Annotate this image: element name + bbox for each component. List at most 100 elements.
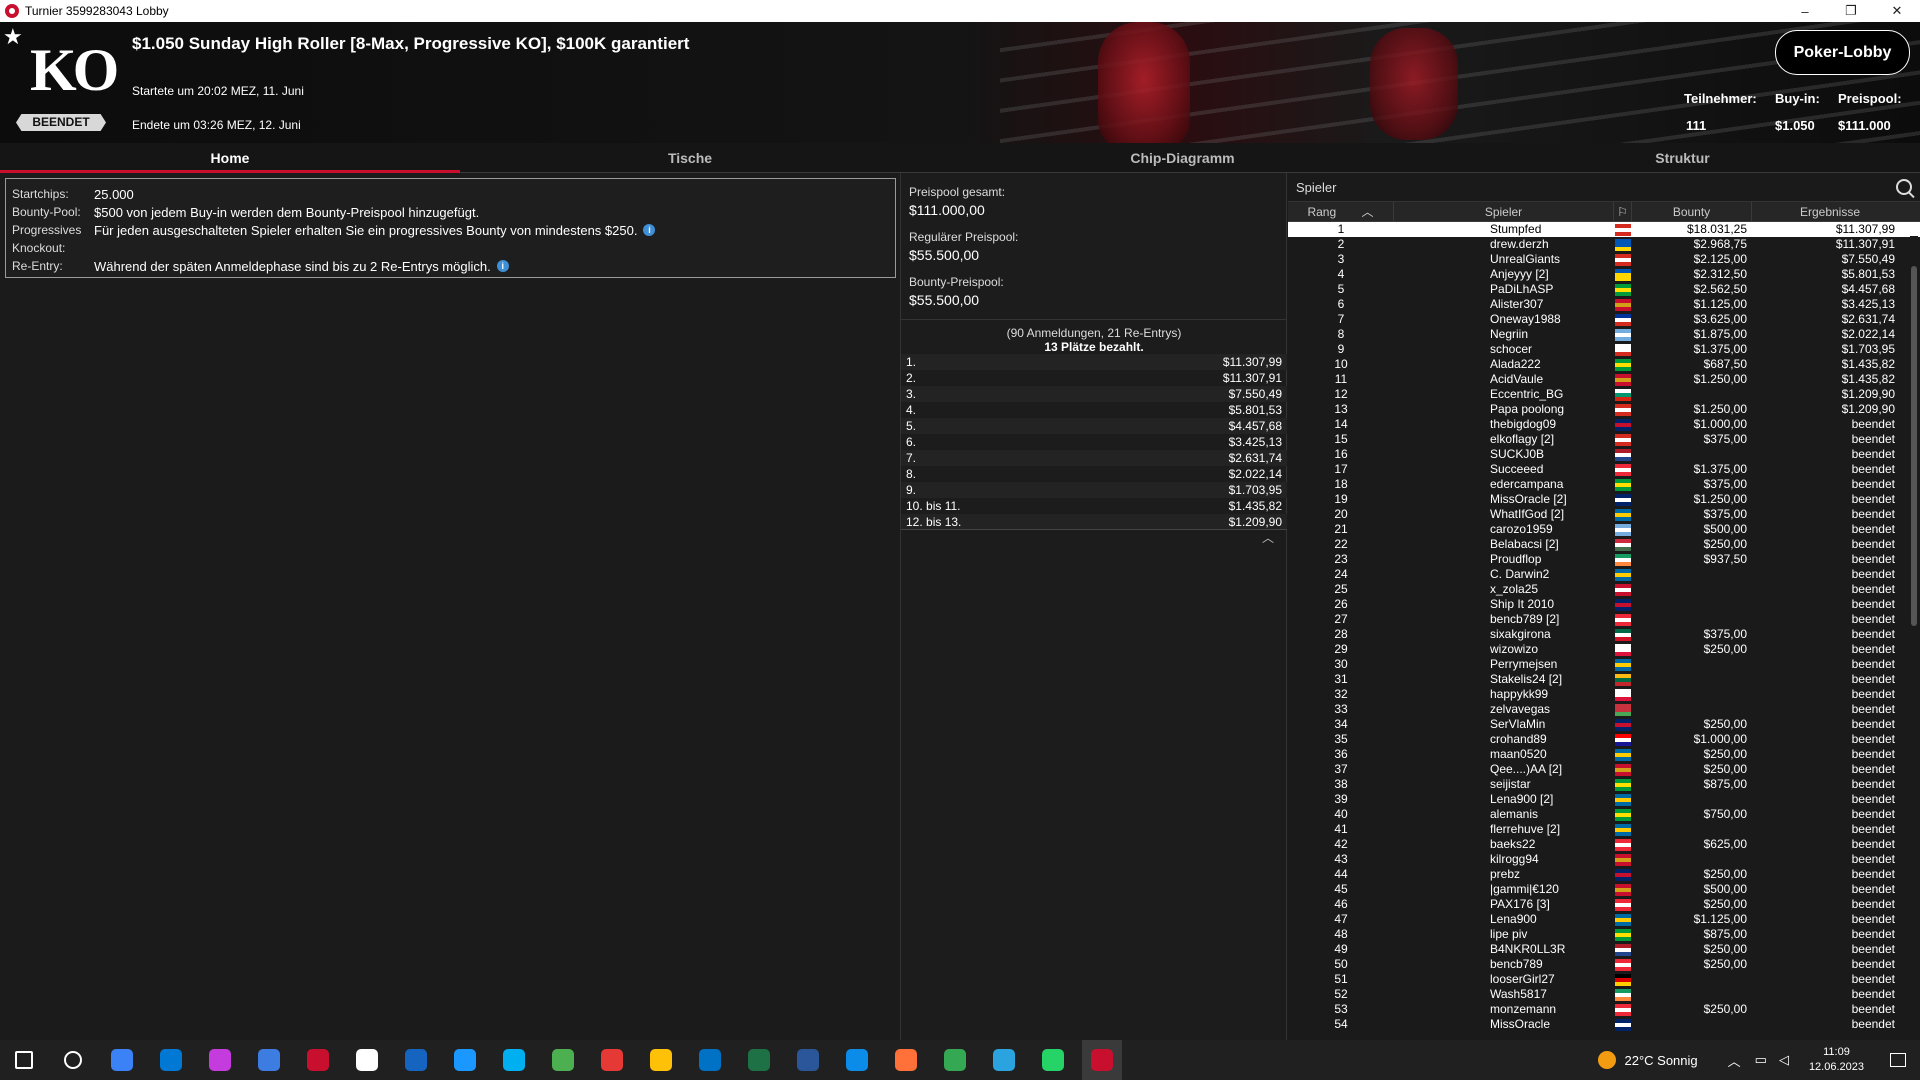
player-row[interactable]: 5 PaDiLhASP $2.562,50 $4.457,68 xyxy=(1288,282,1920,297)
player-row[interactable]: 21 carozo1959 $500,00 beendet xyxy=(1288,522,1920,537)
player-row[interactable]: 30 Perrymejsen beendet xyxy=(1288,657,1920,672)
player-row[interactable]: 31 Stakelis24 [2] beendet xyxy=(1288,672,1920,687)
word-icon[interactable] xyxy=(788,1040,828,1080)
player-row[interactable]: 54 MissOracle beendet xyxy=(1288,1017,1920,1032)
favorite-star-icon[interactable]: ★ xyxy=(3,24,23,50)
col-bounty[interactable]: Bounty xyxy=(1632,201,1752,222)
search-icon[interactable] xyxy=(1896,179,1912,195)
player-row[interactable]: 2 drew.derzh $2.968,75 $11.307,91 xyxy=(1288,237,1920,252)
vpn-icon[interactable] xyxy=(249,1040,289,1080)
player-row[interactable]: 50 bencb789 $250,00 beendet xyxy=(1288,957,1920,972)
player-row[interactable]: 38 seijistar $875,00 beendet xyxy=(1288,777,1920,792)
player-row[interactable]: 46 PAX176 [3] $250,00 beendet xyxy=(1288,897,1920,912)
prime-video-icon[interactable] xyxy=(445,1040,485,1080)
player-row[interactable]: 49 B4NKR0LL3R $250,00 beendet xyxy=(1288,942,1920,957)
player-row[interactable]: 15 elkoflagy [2] $375,00 beendet xyxy=(1288,432,1920,447)
music-icon[interactable] xyxy=(200,1040,240,1080)
player-row[interactable]: 10 Alada222 $687,50 $1.435,82 xyxy=(1288,357,1920,372)
mcafee-icon[interactable] xyxy=(298,1040,338,1080)
player-row[interactable]: 8 Negriin $1.875,00 $2.022,14 xyxy=(1288,327,1920,342)
edge-icon[interactable] xyxy=(837,1040,877,1080)
player-row[interactable]: 25 x_zola25 beendet xyxy=(1288,582,1920,597)
player-row[interactable]: 42 baeks22 $625,00 beendet xyxy=(1288,837,1920,852)
col-player[interactable]: Spieler xyxy=(1394,201,1614,222)
gog-galaxy-icon[interactable] xyxy=(347,1040,387,1080)
player-row[interactable]: 11 AcidVaule $1.250,00 $1.435,82 xyxy=(1288,372,1920,387)
player-row[interactable]: 19 MissOracle [2] $1.250,00 beendet xyxy=(1288,492,1920,507)
player-row[interactable]: 43 kilrogg94 beendet xyxy=(1288,852,1920,867)
player-row[interactable]: 27 bencb789 [2] beendet xyxy=(1288,612,1920,627)
tab-home[interactable]: Home xyxy=(0,143,460,173)
player-row[interactable]: 22 Belabacsi [2] $250,00 beendet xyxy=(1288,537,1920,552)
col-result[interactable]: Ergebnisse xyxy=(1752,202,1908,222)
telegram-icon[interactable] xyxy=(984,1040,1024,1080)
player-row[interactable]: 12 Eccentric_BG $1.209,90 xyxy=(1288,387,1920,402)
search-icon[interactable] xyxy=(53,1040,93,1080)
player-row[interactable]: 52 Wash5817 beendet xyxy=(1288,987,1920,1002)
player-row[interactable]: 35 crohand89 $1.000,00 beendet xyxy=(1288,732,1920,747)
player-row[interactable]: 37 Qee....)AA [2] $250,00 beendet xyxy=(1288,762,1920,777)
whatsapp-icon[interactable] xyxy=(1033,1040,1073,1080)
player-row[interactable]: 47 Lena900 $1.125,00 beendet xyxy=(1288,912,1920,927)
player-row[interactable]: 20 WhatIfGod [2] $375,00 beendet xyxy=(1288,507,1920,522)
poker-lobby-button[interactable]: Poker-Lobby xyxy=(1775,30,1910,75)
player-row[interactable]: 53 monzemann $250,00 beendet xyxy=(1288,1002,1920,1017)
player-row[interactable]: 24 C. Darwin2 beendet xyxy=(1288,567,1920,582)
skype-icon[interactable] xyxy=(494,1040,534,1080)
player-row[interactable]: 14 thebigdog09 $1.000,00 beendet xyxy=(1288,417,1920,432)
player-row[interactable]: 13 Papa poolong $1.250,00 $1.209,90 xyxy=(1288,402,1920,417)
tab-structure[interactable]: Struktur xyxy=(1445,143,1920,173)
player-row[interactable]: 26 Ship It 2010 beendet xyxy=(1288,597,1920,612)
chrome-icon[interactable] xyxy=(543,1040,583,1080)
player-row[interactable]: 45 |gammi|€120 $500,00 beendet xyxy=(1288,882,1920,897)
player-row[interactable]: 40 alemanis $750,00 beendet xyxy=(1288,807,1920,822)
player-row[interactable]: 9 schocer $1.375,00 $1.703,95 xyxy=(1288,342,1920,357)
player-row[interactable]: 17 Succeeed $1.375,00 beendet xyxy=(1288,462,1920,477)
sky-go-icon[interactable] xyxy=(396,1040,436,1080)
player-row[interactable]: 3 UnrealGiants $2.125,00 $7.550,49 xyxy=(1288,252,1920,267)
onedrive-icon[interactable] xyxy=(151,1040,191,1080)
excel-icon[interactable] xyxy=(739,1040,779,1080)
player-row[interactable]: 34 SerVlaMin $250,00 beendet xyxy=(1288,717,1920,732)
volume-icon[interactable]: ◁ xyxy=(1779,1052,1789,1068)
player-row[interactable]: 41 flerrehuve [2] beendet xyxy=(1288,822,1920,837)
tab-chip-chart[interactable]: Chip-Diagramm xyxy=(920,143,1445,173)
collapse-chevron-icon[interactable]: ︿ xyxy=(1262,529,1274,546)
players-scrollbar[interactable] xyxy=(1910,236,1918,1026)
player-row[interactable]: 48 lipe piv $875,00 beendet xyxy=(1288,927,1920,942)
tray-chevron-icon[interactable]: ︿ xyxy=(1728,1051,1741,1070)
close-button[interactable]: ✕ xyxy=(1874,0,1920,22)
restore-button[interactable]: ❐ xyxy=(1828,0,1874,22)
player-search[interactable]: Spieler xyxy=(1288,173,1920,202)
windows-start-icon[interactable] xyxy=(4,1040,44,1080)
player-row[interactable]: 6 Alister307 $1.125,00 $3.425,13 xyxy=(1288,297,1920,312)
tab-tables[interactable]: Tische xyxy=(460,143,920,173)
player-row[interactable]: 33 zelvavegas beendet xyxy=(1288,702,1920,717)
player-row[interactable]: 7 Oneway1988 $3.625,00 $2.631,74 xyxy=(1288,312,1920,327)
player-row[interactable]: 23 Proudflop $937,50 beendet xyxy=(1288,552,1920,567)
player-row[interactable]: 32 happykk99 beendet xyxy=(1288,687,1920,702)
notification-icon[interactable] xyxy=(1890,1053,1906,1067)
player-row[interactable]: 51 looserGirl27 beendet xyxy=(1288,972,1920,987)
player-row[interactable]: 16 SUCKJ0B beendet xyxy=(1288,447,1920,462)
cortana-icon[interactable] xyxy=(102,1040,142,1080)
flag-column-icon[interactable]: ⚐ xyxy=(1614,201,1632,222)
info-icon[interactable]: i xyxy=(643,224,656,236)
col-rank[interactable]: Rang ︿ xyxy=(1288,201,1394,222)
outlook-icon[interactable] xyxy=(690,1040,730,1080)
chrome-2-icon[interactable] xyxy=(592,1040,632,1080)
player-row[interactable]: 28 sixakgirona $375,00 beendet xyxy=(1288,627,1920,642)
minimize-button[interactable]: – xyxy=(1782,0,1828,22)
player-row[interactable]: 39 Lena900 [2] beendet xyxy=(1288,792,1920,807)
weather-text[interactable]: 22°C Sonnig xyxy=(1624,1053,1697,1068)
chrome-3-icon[interactable] xyxy=(935,1040,975,1080)
player-row[interactable]: 1 Stumpfed $18.031,25 $11.307,99 xyxy=(1288,222,1920,237)
clock[interactable]: 11:09 12.06.2023 xyxy=(1809,1045,1864,1075)
player-row[interactable]: 29 wizowizo $250,00 beendet xyxy=(1288,642,1920,657)
player-row[interactable]: 44 prebz $250,00 beendet xyxy=(1288,867,1920,882)
info-icon[interactable]: i xyxy=(496,260,509,272)
file-explorer-icon[interactable] xyxy=(641,1040,681,1080)
player-row[interactable]: 18 edercampana $375,00 beendet xyxy=(1288,477,1920,492)
player-row[interactable]: 4 Anjeyyy [2] $2.312,50 $5.801,53 xyxy=(1288,267,1920,282)
scrollbar-thumb[interactable] xyxy=(1911,266,1917,626)
